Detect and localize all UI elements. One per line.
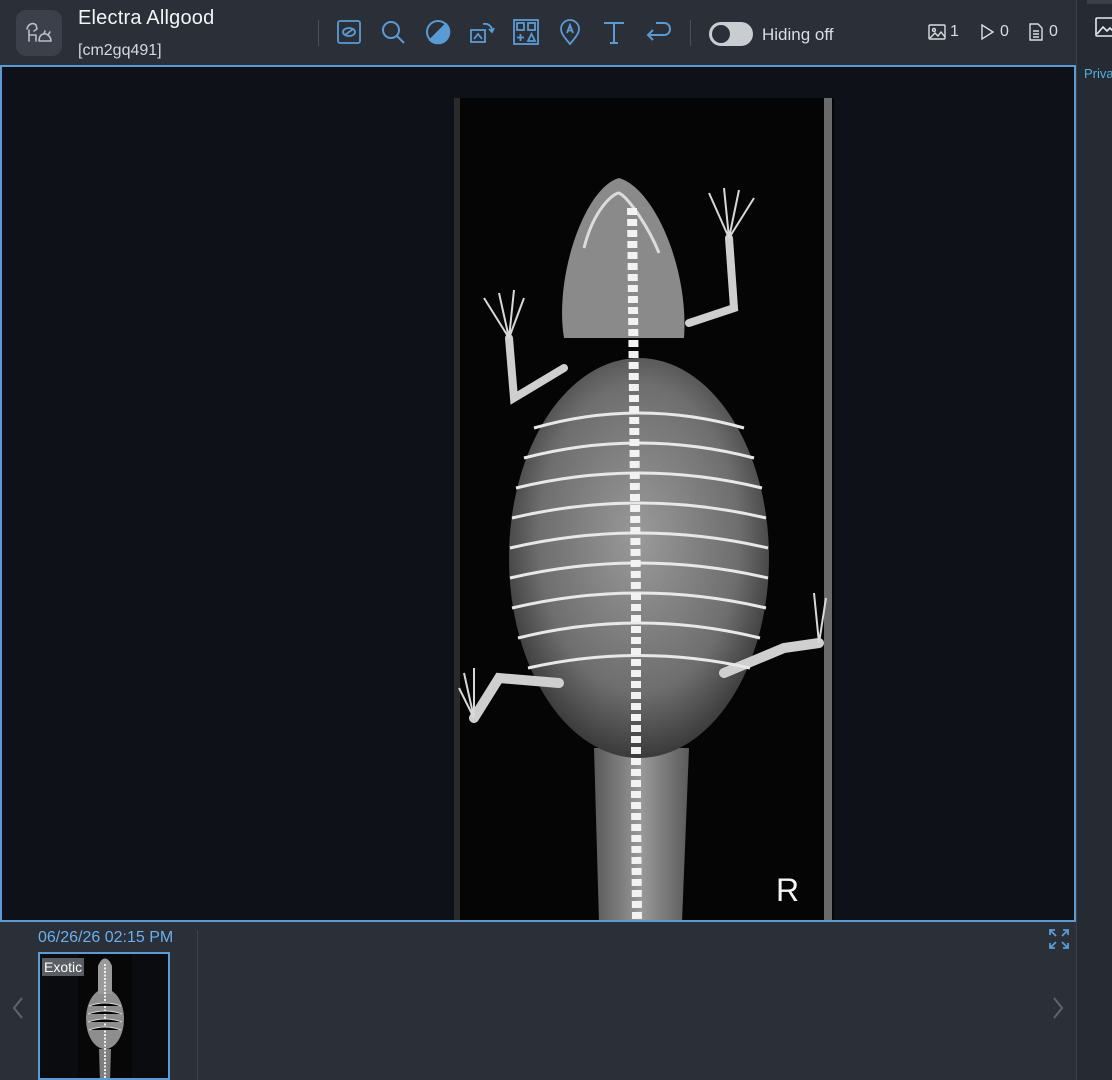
report-count-value: 0 — [1049, 23, 1058, 40]
column-divider — [197, 930, 198, 1080]
zoom-icon[interactable] — [377, 16, 409, 48]
text-tool-icon[interactable] — [598, 16, 630, 48]
right-side-panel: Priva — [1076, 0, 1112, 1080]
play-icon — [981, 23, 995, 41]
fullscreen-icon[interactable] — [1048, 928, 1070, 950]
hiding-toggle-label: Hiding off — [762, 25, 834, 44]
xray-image — [454, 98, 834, 920]
study-date: 06/26/26 02:15 PM — [38, 929, 174, 946]
annotation-pin-icon[interactable] — [554, 16, 586, 48]
report-count[interactable]: 0 — [1027, 23, 1058, 41]
thumbnail-preview — [78, 954, 132, 1078]
pet-app-logo-icon[interactable] — [16, 10, 62, 56]
video-count[interactable]: 0 — [978, 23, 1009, 41]
panel-top-bar — [1087, 0, 1112, 4]
contrast-icon[interactable] — [422, 16, 454, 48]
chevron-left-icon[interactable] — [10, 994, 26, 1022]
video-count-value: 0 — [1000, 23, 1009, 40]
image-icon — [928, 24, 946, 40]
chevron-right-icon[interactable] — [1050, 994, 1066, 1022]
patient-name: Electra Allgood — [78, 7, 215, 29]
rotate-icon[interactable] — [466, 16, 498, 48]
window-level-icon[interactable] — [333, 16, 365, 48]
imaging-viewer-app: Electra Allgood [cm2gq491] Hiding off 1 … — [0, 0, 1112, 1080]
image-gallery-icon[interactable] — [1095, 16, 1112, 38]
layout-grid-icon[interactable] — [510, 16, 542, 48]
image-viewport[interactable]: R — [0, 65, 1076, 922]
toggle-knob — [712, 25, 730, 43]
image-count-value: 1 — [950, 23, 959, 40]
toolbar-divider — [690, 20, 691, 46]
toolbar-divider — [318, 20, 319, 46]
image-thumbnail[interactable]: Exotic — [38, 952, 170, 1080]
thumbnail-strip: 06/26/26 02:15 PM Exotic — [0, 922, 1076, 1080]
image-count[interactable]: 1 — [928, 23, 959, 41]
document-icon — [1029, 23, 1043, 41]
patient-id: [cm2gq491] — [78, 42, 162, 59]
orientation-marker: R — [776, 872, 800, 908]
header-bar: Electra Allgood [cm2gq491] Hiding off 1 … — [0, 0, 1076, 66]
undo-icon[interactable] — [642, 16, 674, 48]
hiding-toggle[interactable] — [709, 22, 753, 46]
privacy-label[interactable]: Priva — [1084, 66, 1112, 81]
thumbnail-label: Exotic — [42, 958, 85, 976]
